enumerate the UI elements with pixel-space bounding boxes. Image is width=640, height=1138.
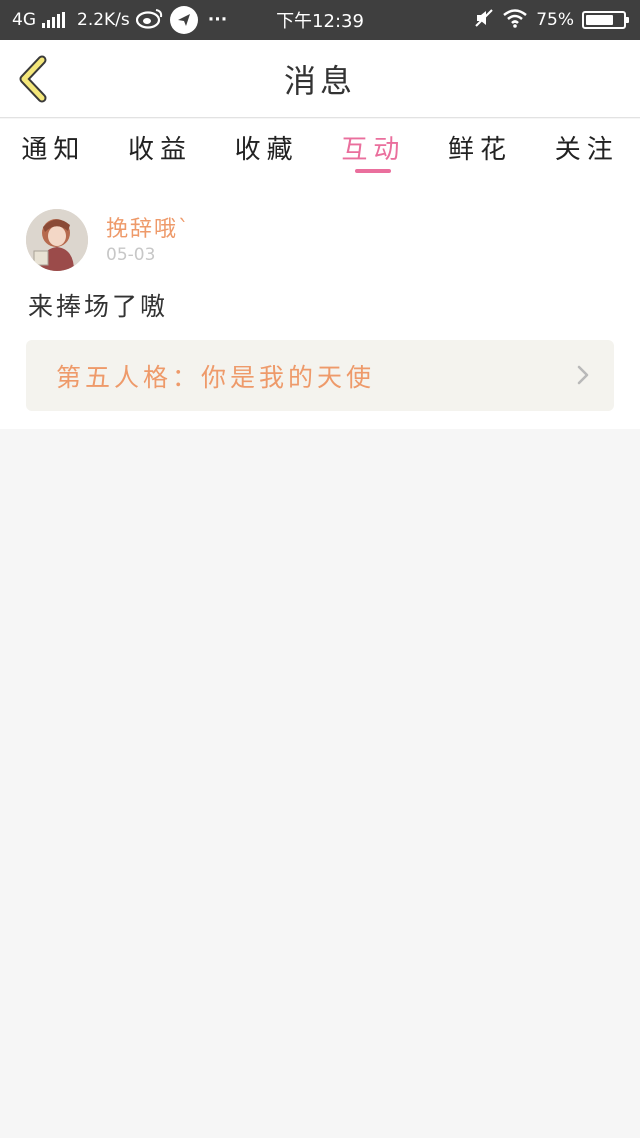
- linked-story-card[interactable]: 第五人格：你是我的天使: [26, 340, 614, 411]
- tab-bar: 通知 收益 收藏 互动 鲜花 关注: [0, 119, 640, 179]
- message-item: 挽辞哦` 05-03 来捧场了嗷 第五人格：你是我的天使: [0, 179, 640, 429]
- tab-label: 通知: [21, 135, 86, 165]
- tab-label: 收藏: [234, 135, 299, 165]
- battery-percent: 75%: [536, 10, 574, 30]
- status-right: 75%: [474, 0, 629, 40]
- linked-story-title: 第五人格：你是我的天使: [56, 362, 376, 392]
- empty-area: [0, 429, 640, 1138]
- app-header: 消息: [0, 40, 640, 118]
- active-tab-indicator: [355, 169, 392, 173]
- page-title: 消息: [283, 62, 356, 100]
- chevron-right-icon: [577, 365, 589, 385]
- tab-follows[interactable]: 关注: [533, 119, 640, 179]
- tab-earnings[interactable]: 收益: [107, 119, 214, 179]
- username[interactable]: 挽辞哦`: [106, 211, 191, 243]
- status-bar: 4G 2.2K/s ··· 下午12:39 75%: [0, 0, 640, 40]
- tab-interactions[interactable]: 互动: [320, 119, 427, 179]
- tab-label: 收益: [128, 135, 193, 165]
- tab-favorites[interactable]: 收藏: [213, 119, 320, 179]
- message-text: 来捧场了嗷: [28, 292, 169, 321]
- avatar[interactable]: [26, 209, 88, 271]
- message-date: 05-03: [106, 245, 156, 265]
- tab-flowers[interactable]: 鲜花: [427, 119, 534, 179]
- wifi-icon: [502, 8, 528, 33]
- tab-label: 鲜花: [448, 135, 513, 165]
- avatar-image: [26, 209, 88, 271]
- tab-notifications[interactable]: 通知: [0, 119, 107, 179]
- mute-icon: [474, 8, 494, 33]
- tab-label: 关注: [554, 135, 619, 165]
- battery-icon: [582, 11, 629, 29]
